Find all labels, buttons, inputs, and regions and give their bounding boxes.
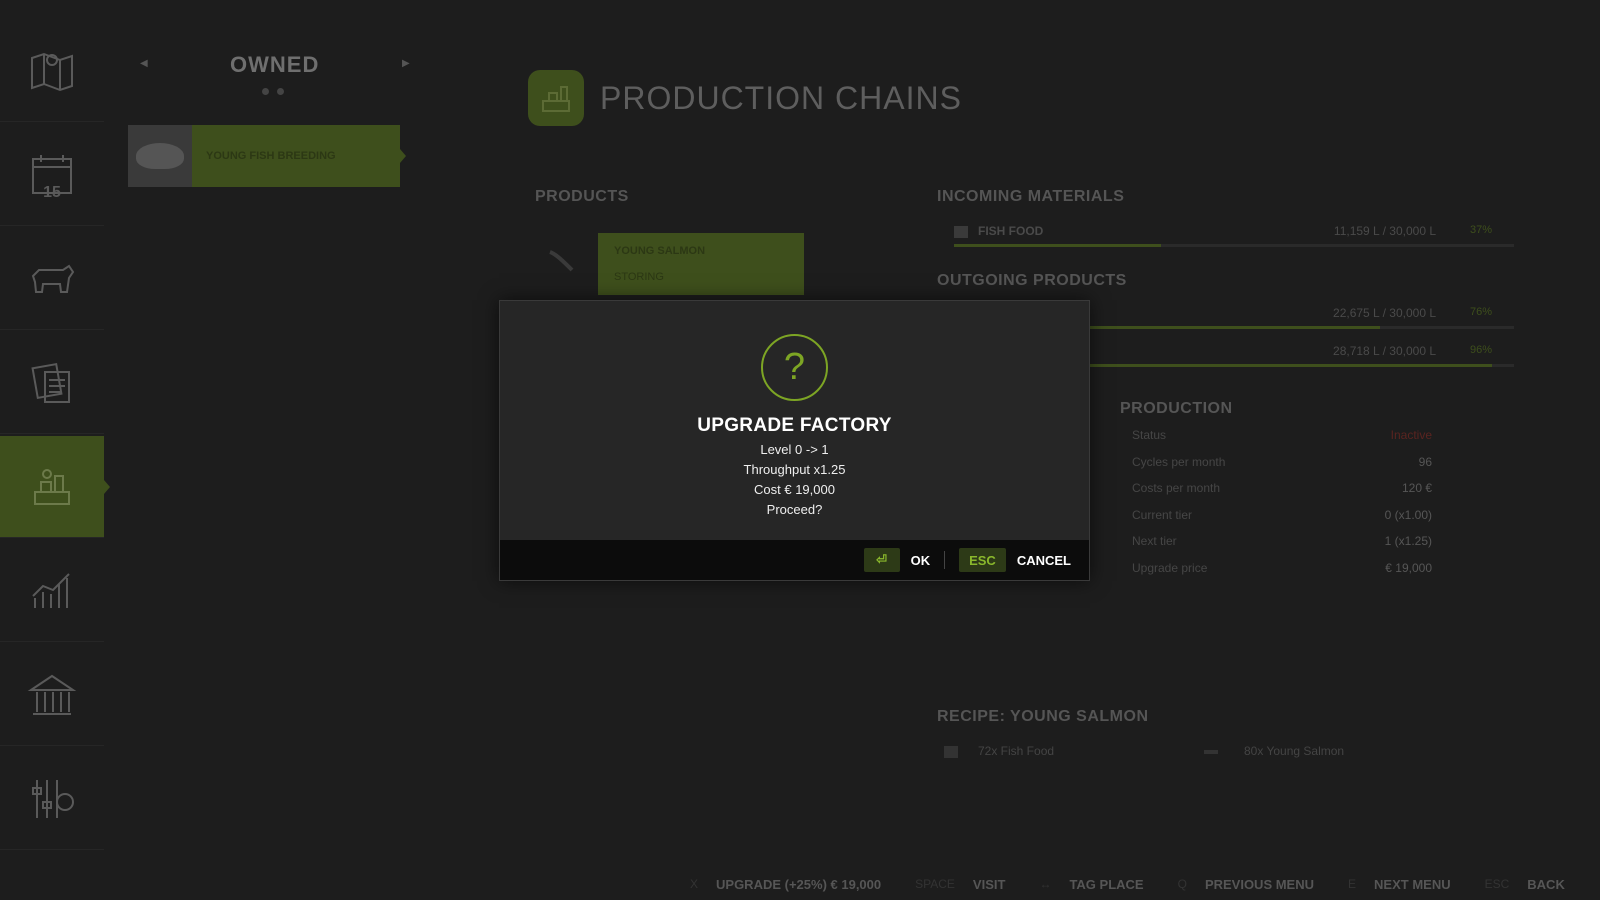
esc-key: ESC: [959, 548, 1006, 572]
row-label: Current tier: [1132, 507, 1193, 522]
dialog-footer: ⏎ OK ESC CANCEL: [500, 540, 1089, 580]
sidebar-item-calendar[interactable]: 15: [0, 124, 104, 226]
dialog-level-line: Level 0 -> 1: [760, 442, 829, 457]
dialog-title: UPGRADE FACTORY: [697, 415, 892, 436]
hint-key: Q: [1177, 877, 1187, 891]
animals-icon: [31, 264, 75, 293]
sidebar-item-map[interactable]: [0, 20, 104, 122]
cancel-button[interactable]: ESC CANCEL: [959, 548, 1071, 572]
fish-icon: [1204, 750, 1218, 754]
fish-icon: [549, 250, 574, 272]
production-row-current-tier: Current tier 0 (x1.00): [1120, 508, 1432, 535]
statistics-icon: [32, 572, 70, 608]
owned-next-arrow[interactable]: ▶: [402, 58, 410, 69]
owned-item-thumbnail: [128, 125, 192, 187]
outgoing-amount: 28,718 L / 30,000 L: [1333, 344, 1436, 358]
products-heading: PRODUCTS: [535, 188, 629, 205]
owned-title: OWNED: [230, 52, 320, 77]
map-icon: [31, 52, 73, 91]
row-label: Upgrade price: [1132, 560, 1208, 575]
contracts-icon: [31, 362, 70, 403]
production-icon: [34, 468, 70, 505]
recipe-input: 72x Fish Food: [978, 744, 1055, 758]
sidebar-item-finances[interactable]: [0, 644, 104, 746]
production-row-cycles: Cycles per month 96: [1120, 455, 1432, 482]
production-table: Status Inactive Cycles per month 96 Costs …: [1120, 428, 1432, 588]
row-label: Status: [1132, 428, 1167, 442]
product-name: YOUNG SALMON: [614, 245, 706, 257]
hint-previous-menu[interactable]: PREVIOUS MENU: [1205, 877, 1314, 892]
hint-key: E: [1348, 877, 1357, 891]
sidebar-item-contracts[interactable]: [0, 332, 104, 434]
row-value: 96: [1418, 454, 1432, 469]
hint-next-menu[interactable]: NEXT MENU: [1374, 877, 1451, 892]
sidebar-item-statistics[interactable]: [0, 540, 104, 642]
outgoing-amount: 22,675 L / 30,000 L: [1333, 306, 1436, 320]
production-chains-icon: [528, 70, 584, 126]
owned-item-label: YOUNG FISH BREEDING: [192, 125, 406, 187]
settings-icon: [32, 779, 74, 818]
outgoing-heading: OUTGOING PRODUCTS: [937, 272, 1127, 289]
dialog-proceed-line: Proceed?: [766, 502, 823, 517]
page-title: PRODUCTION CHAINS: [600, 80, 962, 116]
incoming-row-fish-food: FISH FOOD 11,159 L / 30,000 L 37%: [936, 220, 1516, 250]
production-row-status: Status Inactive: [1120, 428, 1432, 455]
hint-key: ESC: [1484, 877, 1510, 891]
row-value: 1 (x1.25): [1384, 534, 1432, 549]
owned-prev-arrow[interactable]: ◀: [140, 58, 148, 69]
production-row-next-tier: Next tier 1 (x1.25): [1120, 534, 1432, 561]
hint-key: X: [690, 877, 699, 891]
input-hints-bar: X UPGRADE (+25%) € 19,000 SPACE VISIT ↔ …: [690, 874, 1565, 894]
recipe-heading: RECIPE: YOUNG SALMON: [937, 708, 1149, 725]
material-percent: 37%: [1469, 224, 1492, 236]
row-label: Costs per month: [1132, 481, 1221, 496]
game-menu-screen: 15 ◀ OWNED ▶ YOUNG FISH BREEDING PRODUCT…: [0, 0, 1600, 900]
hint-upgrade[interactable]: UPGRADE (+25%) € 19,000: [716, 877, 881, 892]
product-card-young-salmon[interactable]: YOUNG SALMON STORING: [598, 233, 804, 295]
dialog-cost-line: Cost € 19,000: [754, 482, 835, 497]
material-name: FISH FOOD: [978, 224, 1044, 238]
sidebar-item-settings[interactable]: [0, 748, 104, 850]
calendar-day: 15: [43, 184, 61, 201]
sidebar-item-production[interactable]: [0, 436, 110, 538]
divider: [944, 551, 946, 569]
outgoing-percent: 76%: [1469, 306, 1492, 318]
question-icon: ?: [761, 334, 828, 401]
production-row-costs: Costs per month 120 €: [1120, 481, 1432, 508]
cancel-label: CANCEL: [1016, 552, 1071, 568]
owned-page-dots: [262, 88, 284, 95]
row-label: Next tier: [1132, 534, 1177, 549]
incoming-heading: INCOMING MATERIALS: [937, 188, 1125, 205]
hint-key: SPACE: [915, 877, 955, 891]
owned-item-young-fish-breeding[interactable]: YOUNG FISH BREEDING: [128, 125, 406, 187]
material-amount: 11,159 L / 30,000 L: [1333, 224, 1436, 238]
row-value: Inactive: [1390, 428, 1432, 442]
row-value: 120 €: [1401, 481, 1432, 496]
outgoing-percent: 96%: [1469, 344, 1492, 356]
sidebar: 15: [0, 0, 110, 850]
ok-button[interactable]: ⏎ OK: [863, 548, 931, 572]
row-value: € 19,000: [1385, 560, 1432, 575]
sidebar-item-animals[interactable]: [0, 228, 104, 330]
production-row-upgrade-price: Upgrade price € 19,000: [1120, 561, 1432, 588]
production-heading: PRODUCTION: [1120, 400, 1233, 417]
row-value: 0 (x1.00): [1384, 507, 1432, 522]
hint-tag-place[interactable]: TAG PLACE: [1069, 877, 1143, 892]
enter-key-icon: ⏎: [863, 548, 900, 572]
fish-food-icon: [954, 226, 968, 238]
upgrade-factory-dialog: ? UPGRADE FACTORY Level 0 -> 1 Throughpu…: [499, 300, 1090, 581]
hint-key: ↔: [1039, 877, 1052, 891]
finances-icon: [27, 674, 77, 715]
ok-label: OK: [910, 552, 931, 568]
hint-back[interactable]: BACK: [1527, 877, 1565, 892]
product-mode: STORING: [614, 271, 664, 283]
fish-food-icon: [944, 746, 958, 758]
row-label: Cycles per month: [1132, 454, 1226, 469]
material-bar: [954, 244, 1514, 247]
dialog-throughput-line: Throughput x1.25: [743, 462, 846, 477]
recipe-output: 80x Young Salmon: [1244, 744, 1345, 758]
hint-visit[interactable]: VISIT: [973, 877, 1006, 892]
